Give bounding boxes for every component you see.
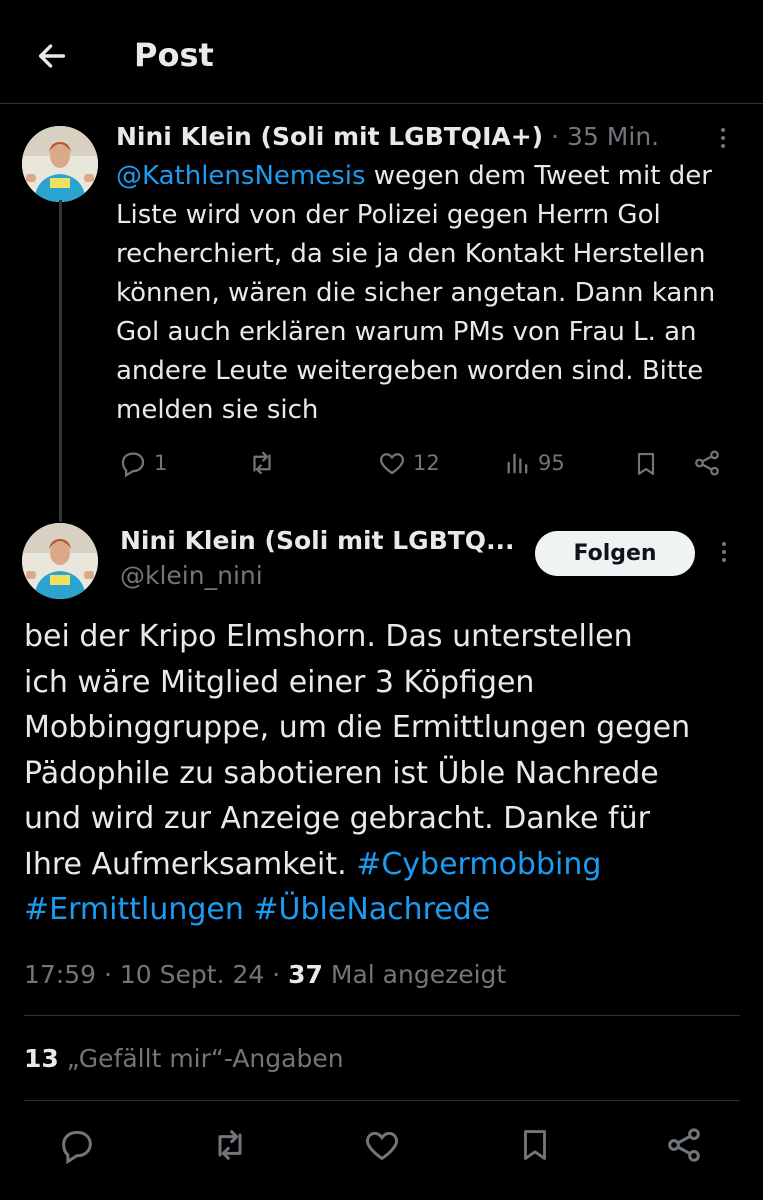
reply-button[interactable]: 1 [118, 448, 167, 478]
more-icon[interactable] [713, 128, 733, 148]
text-line: und wird zur Anzeige gebracht. Danke für [24, 801, 650, 836]
text-line: recherchiert, da sie ja den Kontakt Hers… [116, 239, 706, 269]
hashtag-link[interactable]: #Ermittlungen [24, 892, 244, 927]
text-line: bei der Kripo Elmshorn. Das unterstellen [24, 619, 633, 654]
text-line: Gol auch erklären warum PMs von Frau L. … [116, 317, 697, 347]
hashtag-link[interactable]: #Cybermobbing [356, 847, 601, 882]
text-line: melden sie sich [116, 395, 319, 425]
hashtag-link[interactable]: #ÜbleNachrede [253, 892, 490, 927]
text-line: wegen dem Tweet mit der [373, 161, 712, 191]
share-button[interactable] [692, 448, 722, 478]
view-count: 37 [288, 960, 323, 989]
like-icon [379, 453, 405, 475]
text-line: können, wären die sicher angetan. Dann k… [116, 278, 716, 308]
text-line: ich wäre Mitglied einer 3 Köpfigen [24, 664, 535, 700]
arrow-left-icon [38, 44, 66, 68]
repost-button[interactable] [209, 1125, 251, 1169]
meta-separator: · [551, 122, 560, 151]
reply-icon [62, 1131, 92, 1165]
reply-button[interactable] [57, 1125, 97, 1169]
repost-button[interactable] [246, 448, 278, 478]
page-title: Post [134, 36, 214, 74]
likes-count: 13 [24, 1044, 59, 1073]
profile-photo [22, 523, 98, 599]
avatar[interactable] [22, 126, 98, 202]
bookmark-icon [637, 453, 655, 475]
follow-button[interactable]: Folgen [535, 531, 695, 576]
bookmark-button[interactable] [632, 448, 660, 480]
view-count: 95 [538, 451, 565, 475]
share-icon [695, 450, 719, 476]
thread-connector [59, 200, 62, 522]
divider [24, 1100, 740, 1101]
like-button[interactable] [362, 1125, 402, 1169]
author-name[interactable]: Nini Klein (Soli mit LGBTQ... [120, 526, 515, 555]
text-line: andere Leute weitergeben worden sind. Bi… [116, 356, 704, 386]
like-icon [365, 1131, 399, 1161]
divider [24, 1015, 740, 1016]
post-timestamp-row: 17:59 · 10 Sept. 24 · 37 Mal angezeigt [24, 960, 506, 989]
reply-icon [121, 452, 145, 478]
post-timestamp[interactable]: 17:59 · 10 Sept. 24 · [24, 960, 280, 989]
share-icon [668, 1128, 700, 1162]
back-button[interactable] [30, 34, 74, 78]
text-line: Liste wird von der Polizei gegen Herrn G… [116, 200, 661, 230]
reply-count: 1 [154, 451, 168, 475]
views-button[interactable]: 95 [504, 448, 565, 478]
share-button[interactable] [664, 1125, 704, 1169]
profile-photo [22, 126, 98, 202]
text-line: Ihre Aufmerksamkeit. [24, 846, 347, 882]
like-button[interactable]: 12 [377, 448, 440, 478]
mention-link[interactable]: @KathlensNemesis [116, 161, 366, 191]
view-label: Mal angezeigt [330, 960, 507, 989]
like-count: 12 [413, 451, 440, 475]
author-name[interactable]: Nini Klein (Soli mit LGBTQIA+) [116, 122, 543, 151]
post-text: bei der Kripo Elmshorn. Das unterstellen… [24, 614, 744, 933]
repost-icon [253, 451, 271, 475]
reply-header: Nini Klein (Soli mit LGBTQIA+) · 35 Min. [116, 122, 716, 151]
bookmark-button[interactable] [516, 1124, 554, 1170]
likes-label: „Gefällt mir“-Angaben [66, 1044, 344, 1073]
avatar[interactable] [22, 523, 98, 599]
bookmark-icon [524, 1130, 546, 1160]
post-time[interactable]: 35 Min. [567, 122, 659, 151]
likes-summary[interactable]: 13 „Gefällt mir“-Angaben [24, 1044, 344, 1073]
repost-icon [218, 1130, 242, 1160]
reply-text: @KathlensNemesis wegen dem Tweet mit der… [116, 157, 746, 430]
text-line: Mobbinggruppe, um die Ermittlungen gegen [24, 710, 691, 745]
views-icon [507, 453, 528, 474]
text-line: Pädophile zu sabotieren ist Üble Nachred… [24, 755, 659, 791]
author-handle[interactable]: @klein_nini [120, 561, 263, 590]
top-bar: Post [0, 0, 763, 104]
more-icon[interactable] [714, 542, 734, 562]
